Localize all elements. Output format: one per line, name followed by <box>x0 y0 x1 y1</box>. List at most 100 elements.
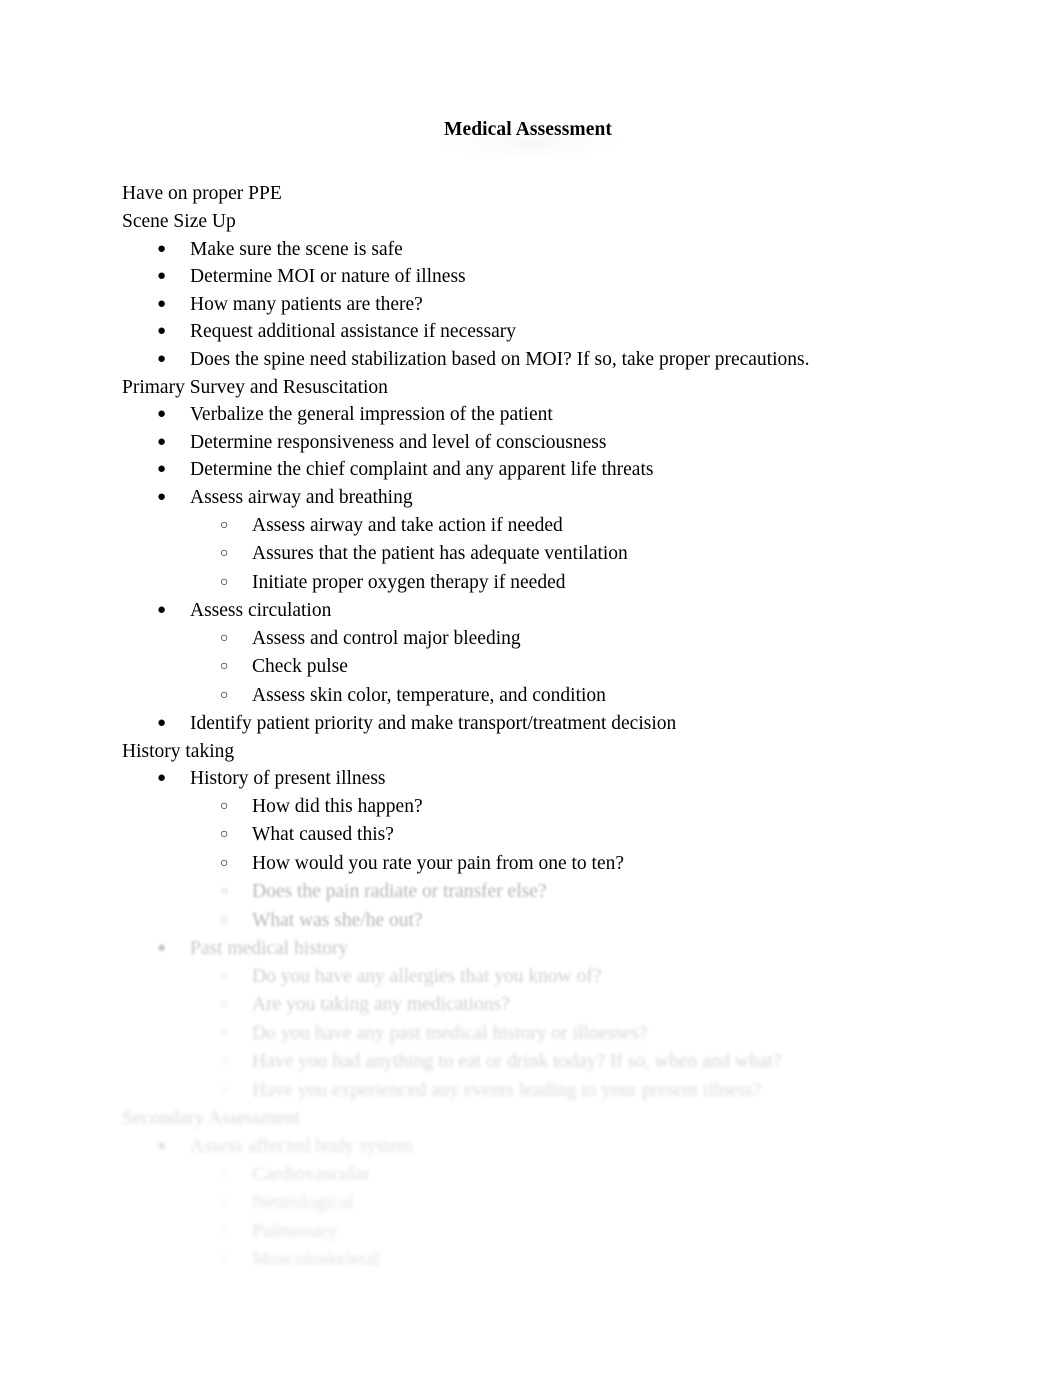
list-item-text: Have on proper PPE <box>122 183 282 205</box>
list-item-level-2: ○ Initiate proper oxygen therapy if neede… <box>0 569 1062 598</box>
hollow-bullet-icon: ○ <box>220 687 229 703</box>
filled-bullet-icon: ● <box>157 940 167 957</box>
list-item-text: Assures that the patient has adequate ve… <box>252 543 628 564</box>
list-item-text: Make sure the scene is safe <box>190 238 403 260</box>
hollow-bullet-icon: ○ <box>220 546 229 561</box>
list-item-level-2: ○ Does the pain radiate or transfer else? <box>0 878 1062 907</box>
filled-bullet-icon: ● <box>157 461 167 478</box>
hollow-bullet-icon: ○ <box>220 1025 229 1041</box>
hollow-bullet-icon: ○ <box>220 1195 229 1211</box>
list-item-level-1: ● Assess airway and breathing <box>0 484 1062 512</box>
list-item-level-2: ○ Do you have any allergies that you know… <box>0 963 1062 992</box>
list-item-text: Pulmonary <box>252 1220 338 1242</box>
hollow-bullet-icon: ○ <box>220 912 229 928</box>
list-item-text: Assess airway and breathing <box>190 486 413 508</box>
document-body: Medical Assessment Have on proper PPE Sce… <box>0 0 1062 1275</box>
list-item-text: How did this happen? <box>252 795 423 817</box>
hollow-bullet-icon: ○ <box>220 855 229 871</box>
list-item-text: Assess airway and take action if needed <box>252 514 563 536</box>
filled-bullet-icon: ● <box>157 268 167 285</box>
filled-bullet-icon: ● <box>157 350 167 367</box>
section-heading: Scene Size Up <box>0 208 1062 236</box>
list-item-text: Determine responsiveness and level of co… <box>190 431 607 453</box>
list-item-text: Assess skin color, temperature, and cond… <box>252 684 606 706</box>
filled-bullet-icon: ● <box>157 488 167 505</box>
hollow-bullet-icon: ○ <box>220 968 229 984</box>
list-item-text: Identify patient priority and make trans… <box>190 713 677 735</box>
hollow-bullet-icon: ○ <box>220 997 229 1013</box>
list-item-text: History of present illness <box>190 768 386 790</box>
list-item-text: Musculoskeletal <box>252 1249 380 1271</box>
section-heading: Have on proper PPE <box>0 180 1062 208</box>
list-item-level-2: ○ Assures that the patient has adequate v… <box>0 540 1062 569</box>
list-item-level-2: ○ Musculoskeletal <box>0 1246 1062 1275</box>
list-item-text: What was she/he out? <box>252 909 423 931</box>
document-page: Medical Assessment Have on proper PPE Sce… <box>0 0 1062 1377</box>
filled-bullet-icon: ● <box>157 323 167 340</box>
filled-bullet-icon: ● <box>157 295 167 312</box>
list-item-level-1: ● Identify patient priority and make tran… <box>0 710 1062 738</box>
hollow-bullet-icon: ○ <box>220 517 229 533</box>
list-item-text: Assess affected body system <box>190 1136 414 1158</box>
list-item-text: Determine MOI or nature of illness <box>190 266 466 288</box>
list-item-level-2: ○ Assess skin color, temperature, and con… <box>0 682 1062 711</box>
list-item-level-2: ○ Cardiovascular <box>0 1161 1062 1190</box>
list-item-level-1: ● How many patients are there? <box>0 291 1062 319</box>
list-item-level-2: ○ Have you experienced any events leading… <box>0 1077 1062 1106</box>
list-item-level-2: ○ Are you taking any medications? <box>0 991 1062 1020</box>
list-item-level-1: ● Assess affected body system <box>0 1133 1062 1161</box>
hollow-bullet-icon: ○ <box>220 1252 229 1268</box>
list-item-level-1: ● Determine MOI or nature of illness <box>0 263 1062 291</box>
page-title: Medical Assessment <box>443 119 613 140</box>
list-item-level-2: ○ Assess and control major bleeding <box>0 625 1062 654</box>
list-item-level-1: ● Determine responsiveness and level of c… <box>0 429 1062 457</box>
list-item-text: Primary Survey and Resuscitation <box>122 376 388 398</box>
section-heading: History taking <box>0 738 1062 766</box>
section-heading: Secondary Assessment <box>0 1105 1062 1133</box>
hollow-bullet-icon: ○ <box>220 1054 229 1070</box>
list-item-level-2: ○ Assess airway and take action if needed <box>0 512 1062 541</box>
filled-bullet-icon: ● <box>157 602 167 618</box>
list-item-text: Determine the chief complaint and any ap… <box>190 459 654 481</box>
list-item-level-1: ● Make sure the scene is safe <box>0 236 1062 264</box>
checklist: Have on proper PPE Scene Size Up ● Make sur… <box>0 180 1062 1274</box>
list-item-text: Do you have any past medical history or … <box>252 1022 648 1044</box>
list-item-level-2: ○ What caused this? <box>0 821 1062 850</box>
list-item-level-1: ● Determine the chief complaint and any a… <box>0 456 1062 484</box>
list-item-text: How would you rate your pain from one to… <box>252 852 625 874</box>
list-item-text: What caused this? <box>252 824 394 846</box>
list-item-level-2: ○ Have you had anything to eat or drink t… <box>0 1048 1062 1077</box>
list-item-text: Does the spine need stabilization based … <box>190 348 810 370</box>
list-item-level-1: ● Assess circulation <box>0 597 1062 625</box>
list-item-level-2: ○ Do you have any past medical history or… <box>0 1020 1062 1049</box>
list-item-level-2: ○ What was she/he out? <box>0 907 1062 936</box>
list-item-level-1: ● Request additional assistance if necess… <box>0 318 1062 346</box>
list-item-text: Verbalize the general impression of the … <box>190 404 553 426</box>
filled-bullet-icon: ● <box>157 433 167 450</box>
list-item-level-1: ● Past medical history <box>0 935 1062 963</box>
hollow-bullet-icon: ○ <box>220 884 229 900</box>
list-item-level-2: ○ Check pulse <box>0 653 1062 682</box>
hollow-bullet-icon: ○ <box>220 1223 229 1239</box>
list-item-text: Assess and control major bleeding <box>252 627 521 649</box>
list-item-text: Are you taking any medications? <box>252 994 510 1016</box>
filled-bullet-icon: ● <box>157 770 167 787</box>
list-item-level-1: ● History of present illness <box>0 765 1062 793</box>
hollow-bullet-icon: ○ <box>220 630 229 646</box>
hollow-bullet-icon: ○ <box>220 798 229 814</box>
list-item-text: Secondary Assessment <box>122 1108 301 1130</box>
list-item-text: Cardiovascular <box>252 1163 371 1185</box>
list-item-text: Check pulse <box>252 656 348 678</box>
list-item-text: Request additional assistance if necessa… <box>190 321 516 343</box>
list-item-level-2: ○ Pulmonary <box>0 1218 1062 1247</box>
filled-bullet-icon: ● <box>157 1138 167 1155</box>
list-item-text: Do you have any allergies that you know … <box>252 965 602 987</box>
list-item-text: Past medical history <box>190 938 349 960</box>
list-item-text: Neurological <box>252 1192 354 1214</box>
list-item-level-2: ○ Neurological <box>0 1189 1062 1218</box>
list-item-text: Initiate proper oxygen therapy if needed <box>252 571 566 593</box>
hollow-bullet-icon: ○ <box>220 659 229 675</box>
hollow-bullet-icon: ○ <box>220 827 229 843</box>
hollow-bullet-icon: ○ <box>220 574 229 590</box>
list-item-level-1: ● Verbalize the general impression of the… <box>0 401 1062 429</box>
